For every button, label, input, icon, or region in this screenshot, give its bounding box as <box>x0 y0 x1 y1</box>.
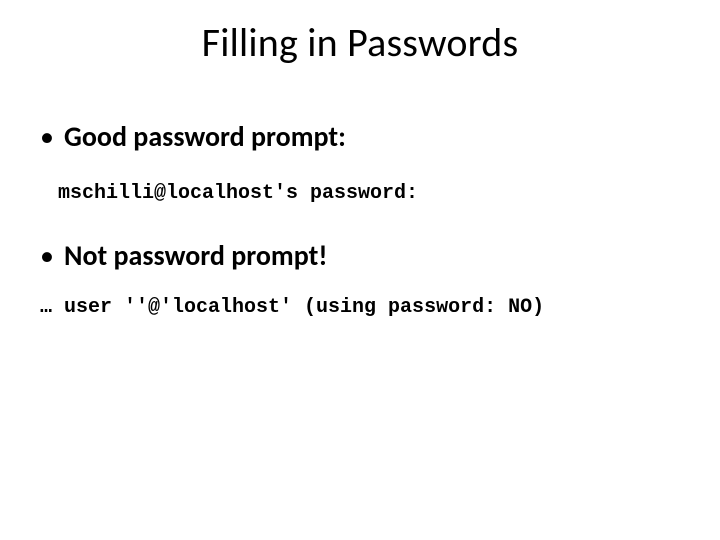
bullet-dot-icon: • <box>40 239 64 273</box>
bullet-label: Good password prompt: <box>64 120 346 154</box>
slide-body: • Good password prompt: mschilli@localho… <box>40 120 680 319</box>
bullet-item: • Not password prompt! <box>40 239 680 273</box>
code-line: mschilli@localhost's password: <box>46 182 680 205</box>
code-line: … user ''@'localhost' (using password: N… <box>40 296 680 319</box>
bullet-dot-icon: • <box>40 120 64 154</box>
slide-title: Filling in Passwords <box>0 18 720 67</box>
bullet-label: Not password prompt! <box>64 239 327 273</box>
bullet-item: • Good password prompt: <box>40 120 680 154</box>
slide: Filling in Passwords • Good password pro… <box>0 0 720 540</box>
